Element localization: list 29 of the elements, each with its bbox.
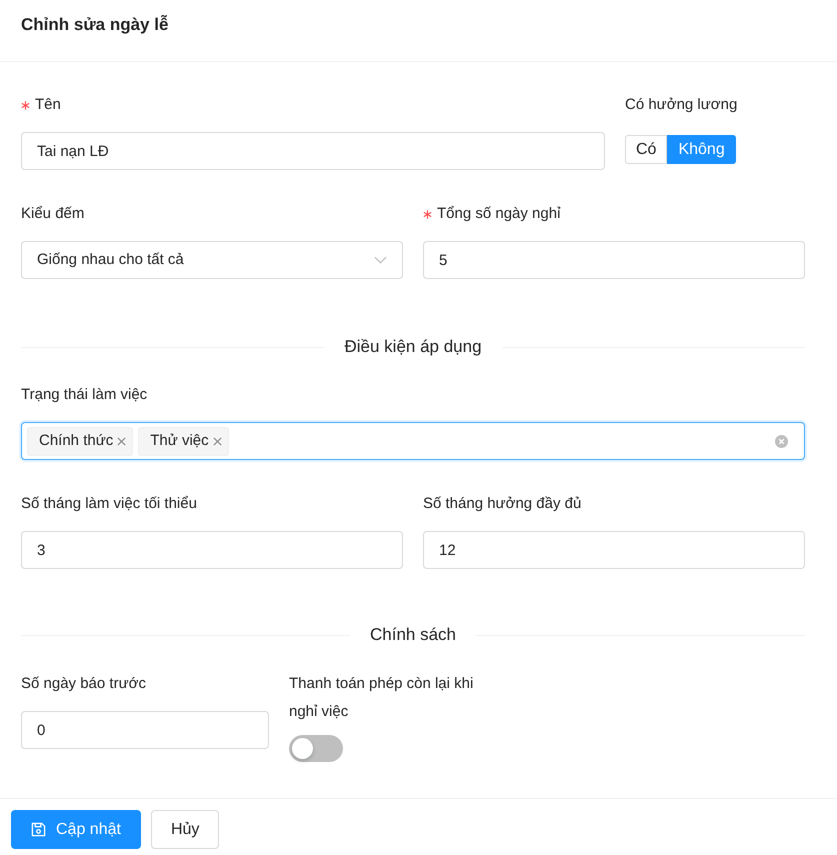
field-label: Có hưởng lương: [625, 95, 738, 115]
clear-icon[interactable]: [775, 434, 788, 448]
text-input[interactable]: Tai nạn LĐ: [21, 132, 605, 170]
field-label: Tên: [35, 95, 61, 115]
field-label: Tổng số ngày nghỉ: [437, 204, 560, 224]
multi-select-field[interactable]: Chính thức Thử việc: [21, 422, 805, 460]
tag-label: Chính thức: [39, 430, 114, 451]
text-input[interactable]: 5: [423, 241, 805, 279]
field-label: Số tháng làm việc tối thiểu: [21, 494, 197, 514]
field-label: Kiểu đếm: [21, 204, 84, 224]
close-icon[interactable]: [212, 436, 222, 446]
cancel-button[interactable]: Hủy: [150, 810, 220, 849]
dialog-title: Chỉnh sửa ngày lễ: [21, 14, 170, 36]
field-label: Thanh toán phép còn lại khi nghỉ việc: [289, 674, 474, 722]
section-title: Điều kiện áp dụng: [343, 336, 483, 358]
close-icon[interactable]: [117, 436, 126, 446]
chevron-down-icon: [374, 256, 387, 264]
select-field[interactable]: Giống nhau cho tất cả: [21, 241, 403, 279]
text-input[interactable]: 3: [21, 531, 403, 569]
field-label: Trạng thái làm việc: [21, 385, 148, 405]
toggle-switch[interactable]: [289, 735, 343, 762]
segment-option[interactable]: Có: [625, 135, 668, 164]
save-icon: [31, 822, 46, 837]
text-input[interactable]: 12: [423, 531, 805, 569]
field-label: Số ngày báo trước: [21, 674, 146, 694]
field-label: Số tháng hưởng đầy đủ: [423, 494, 582, 514]
tag-label: Thử việc: [150, 430, 209, 451]
text-input[interactable]: 0: [21, 711, 269, 749]
section-title: Chính sách: [369, 624, 457, 646]
